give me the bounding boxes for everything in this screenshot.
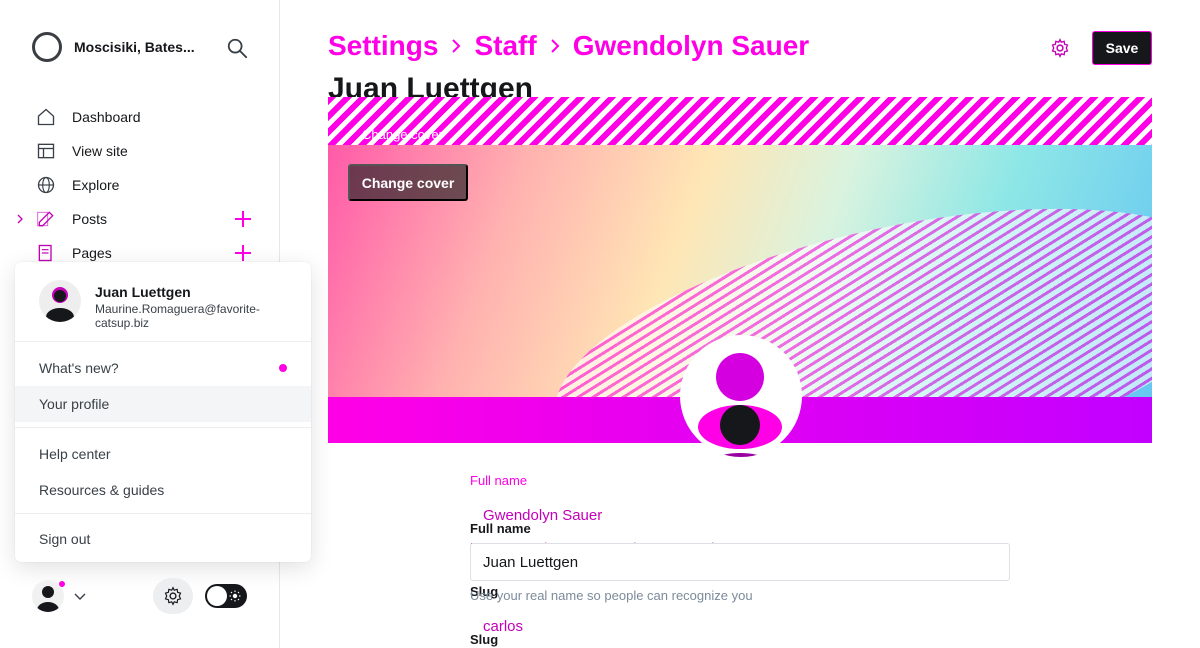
full-name-label-ghost: Full name [470, 473, 528, 488]
gear-icon[interactable] [1050, 38, 1070, 58]
breadcrumb: Settings Staff Gwendolyn Sauer [328, 30, 809, 62]
home-icon [37, 108, 55, 126]
add-page-icon[interactable] [234, 244, 252, 262]
sun-icon [229, 590, 241, 602]
menu-item-label: Help center [39, 446, 111, 462]
chevron-down-icon[interactable] [74, 591, 86, 601]
theme-toggle[interactable] [205, 584, 247, 608]
nav-item-explore[interactable]: Explore [36, 168, 256, 202]
notification-badge [58, 580, 66, 588]
change-cover-text: Change cover [362, 127, 443, 142]
menu-item-sign-out[interactable]: Sign out [15, 521, 311, 557]
user-menu-header: Juan Luettgen Maurine.Romaguera@favorite… [39, 280, 285, 330]
menu-item-label: What's new? [39, 360, 119, 376]
site-logo [32, 32, 62, 62]
pen-icon [37, 211, 54, 227]
divider [15, 427, 311, 428]
sidebar-footer [32, 578, 252, 614]
nav-label: Pages [72, 245, 112, 261]
menu-item-whats-new[interactable]: What's new? [15, 350, 311, 386]
breadcrumb-staff[interactable]: Staff [474, 30, 536, 62]
user-avatar [39, 280, 81, 322]
nav-item-view-site[interactable]: View site [36, 134, 256, 168]
avatar-icon [698, 353, 782, 457]
nav-item-dashboard[interactable]: Dashboard [36, 100, 256, 134]
main-content: Settings Staff Gwendolyn Sauer Juan Luet… [280, 0, 1200, 648]
save-button[interactable]: Save [1092, 31, 1152, 65]
site-name: Moscisiki, Bates... [74, 39, 195, 55]
avatar-icon [46, 287, 74, 322]
sidebar: Moscisiki, Bates... Dashboard View site … [0, 0, 311, 648]
menu-item-help-center[interactable]: Help center [15, 436, 311, 472]
slug-input[interactable]: carlos [470, 607, 1010, 645]
user-menu-popup: Juan Luettgen Maurine.Romaguera@favorite… [15, 262, 311, 562]
breadcrumb-current: Gwendolyn Sauer [572, 30, 810, 61]
full-name-prev-value: Gwendolyn Sauer [470, 496, 1010, 534]
menu-item-resources[interactable]: Resources & guides [15, 472, 311, 508]
full-name-hint: Use your real name so people can recogni… [470, 588, 753, 603]
chevron-right-icon[interactable] [16, 214, 24, 224]
main-nav: Dashboard View site Explore Posts Pages [17, 100, 256, 270]
gear-icon [164, 586, 182, 606]
menu-item-label: Sign out [39, 531, 91, 547]
nav-label: Explore [72, 177, 120, 193]
menu-item-label: Resources & guides [39, 482, 165, 498]
user-email: Maurine.Romaguera@favorite-catsup.biz [95, 302, 260, 330]
menu-item-label: Your profile [39, 396, 110, 412]
menu-item-your-profile[interactable]: Your profile [15, 386, 311, 422]
change-cover-button[interactable]: Change cover [348, 164, 468, 201]
settings-button[interactable] [153, 578, 193, 614]
search-icon[interactable] [226, 37, 248, 59]
nav-label: View site [72, 143, 128, 159]
site-brand[interactable]: Moscisiki, Bates... [32, 32, 214, 62]
user-name: Juan Luettgen [95, 284, 191, 300]
profile-avatar[interactable] [680, 335, 802, 457]
slug-label: Slug [470, 632, 499, 647]
breadcrumb-settings[interactable]: Settings [328, 30, 438, 62]
divider [15, 513, 311, 514]
page-icon [38, 244, 52, 262]
browser-icon [37, 143, 55, 159]
full-name-label: Full name [470, 521, 531, 536]
globe-icon [37, 176, 55, 194]
toggle-knob [207, 586, 227, 606]
nav-label: Dashboard [72, 109, 141, 125]
full-name-input[interactable]: Juan Luettgen [470, 543, 1010, 581]
nav-label: Posts [72, 211, 108, 227]
chevron-right-icon [549, 37, 561, 55]
divider [15, 341, 311, 342]
add-post-icon[interactable] [234, 210, 252, 228]
chevron-right-icon [450, 37, 462, 55]
cover-pattern [328, 97, 1152, 145]
nav-item-posts[interactable]: Posts [17, 202, 256, 236]
